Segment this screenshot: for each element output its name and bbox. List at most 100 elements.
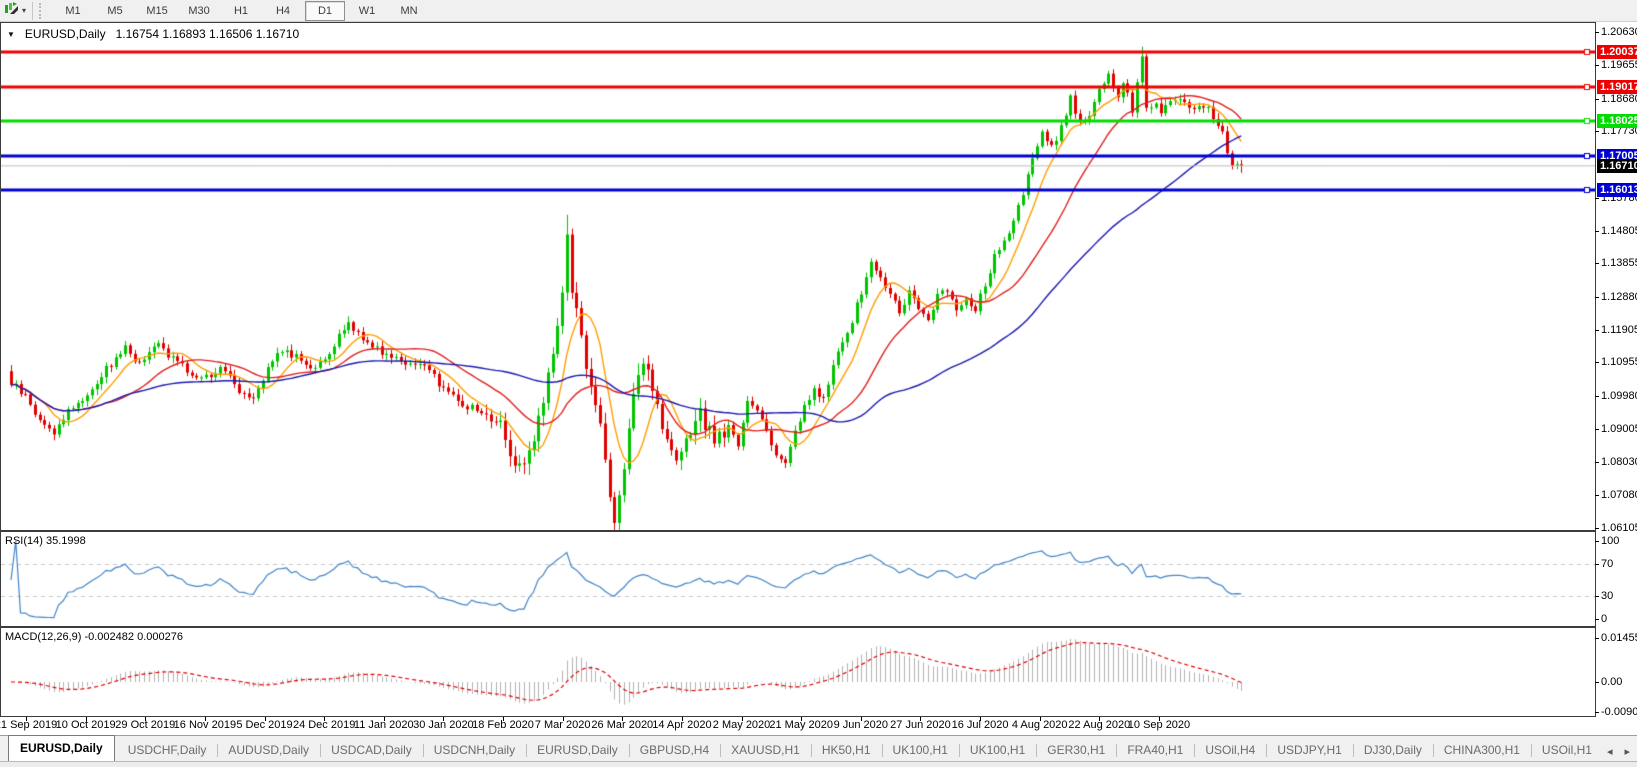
- date-label: 9 Jun 2020: [833, 719, 889, 731]
- chart-tab-usdcad-daily[interactable]: USDCAD,Daily: [320, 740, 423, 761]
- indicator-tool-button[interactable]: ▾: [0, 0, 30, 22]
- macd-tick-label: -0.00900: [1601, 706, 1637, 718]
- date-label: 2 May 2020: [712, 719, 771, 731]
- date-label: 10 Sep 2020: [1127, 719, 1191, 731]
- macd-pane: MACD(12,26,9) -0.002482 0.000276: [0, 627, 1596, 717]
- date-tick: [622, 717, 623, 721]
- macd-canvas[interactable]: [1, 628, 1595, 716]
- price-tick-label: 1.10955: [1601, 356, 1637, 369]
- date-label: 21 May 2020: [769, 719, 833, 731]
- rsi-canvas[interactable]: [1, 532, 1595, 626]
- chart-tab-xauusd-h1[interactable]: XAUUSD,H1: [720, 740, 811, 761]
- date-tick: [145, 717, 146, 721]
- date-tick: [1099, 717, 1100, 721]
- chart-toolbar: ▾ M1 M5 M15 M30 H1 H4 D1 W1 MN: [0, 0, 1637, 22]
- date-label: 27 Jun 2020: [890, 719, 951, 731]
- chart-tab-fra40-h1[interactable]: FRA40,H1: [1116, 740, 1194, 761]
- price-tick-label: 1.18680: [1601, 92, 1637, 105]
- date-label: 24 Dec 2019: [292, 719, 356, 731]
- date-tick: [980, 717, 981, 721]
- tab-scroll-right-icon[interactable]: ▸: [1621, 745, 1633, 758]
- date-tick: [861, 717, 862, 721]
- date-tick: [324, 717, 325, 721]
- price-tick-label: 1.12880: [1601, 290, 1637, 303]
- rsi-pane: RSI(14) 35.1998: [0, 531, 1596, 627]
- date-label: 10 Oct 2019: [55, 719, 116, 731]
- chart-tabs: EURUSD,Daily USDCHF,Daily AUDUSD,Daily USDC…: [0, 735, 1637, 762]
- date-tick: [86, 717, 87, 721]
- hline-price-label: 1.18025: [1597, 113, 1637, 128]
- chart-tab-gbpusd-h4[interactable]: GBPUSD,H4: [628, 740, 720, 761]
- date-tick: [503, 717, 504, 721]
- timeframe-button-m5[interactable]: M5: [95, 1, 135, 21]
- chart-tab-dj30-daily[interactable]: DJ30,Daily: [1352, 740, 1433, 761]
- date-tick: [384, 717, 385, 721]
- date-label: 18 Feb 2020: [472, 719, 534, 731]
- timeframe-buttons: M1 M5 M15 M30 H1 H4 D1 W1 MN: [52, 0, 430, 21]
- date-label: 16 Jul 2020: [951, 719, 1009, 731]
- date-tick: [26, 717, 27, 721]
- chevron-down-icon: ▾: [22, 6, 27, 15]
- timeframe-button-h1[interactable]: H1: [221, 1, 261, 21]
- chart-tab-usoil-h1[interactable]: USOil,H1: [1530, 740, 1603, 761]
- date-tick: [682, 717, 683, 721]
- chart-pointer-icon: [4, 1, 20, 21]
- chart-tab-usdcnh-daily[interactable]: USDCNH,Daily: [422, 740, 526, 761]
- rsi-tick-label: 30: [1601, 589, 1614, 602]
- chart-tab-china300-h1[interactable]: CHINA300,H1: [1432, 740, 1531, 761]
- date-tick: [1040, 717, 1041, 721]
- macd-tick-label: 0.014556: [1601, 632, 1637, 644]
- chart-tab-uk100-h1[interactable]: UK100,H1: [958, 740, 1036, 761]
- chart-ohlc-values: 1.16754 1.16893 1.16506 1.16710: [115, 27, 300, 41]
- timeframe-button-h4[interactable]: H4: [263, 1, 303, 21]
- timeframe-button-mn[interactable]: MN: [389, 1, 429, 21]
- mt4-window: ▾ M1 M5 M15 M30 H1 H4 D1 W1 MN ▼ EURUSD,Daily 1.…: [0, 0, 1637, 767]
- collapse-triangle-icon[interactable]: ▼: [7, 30, 15, 39]
- timeframe-button-m1[interactable]: M1: [53, 1, 93, 21]
- date-label: 16 Nov 2019: [173, 719, 237, 731]
- price-tick-label: 1.09005: [1601, 422, 1637, 435]
- chart-tab-uk100-h1[interactable]: UK100,H1: [881, 740, 959, 761]
- date-tick: [920, 717, 921, 721]
- hline-price-label: 1.16013: [1597, 182, 1637, 197]
- toolbar-grip[interactable]: [39, 2, 46, 19]
- price-chart-canvas[interactable]: [1, 23, 1595, 530]
- price-tick-label: 1.15780: [1601, 191, 1637, 204]
- timeframe-button-d1[interactable]: D1: [305, 0, 346, 21]
- chart-tab-usoil-h4[interactable]: USOil,H4: [1194, 740, 1266, 761]
- rsi-tick-label: 0: [1601, 613, 1608, 625]
- current-price-label: 1.16710: [1597, 158, 1637, 173]
- timeframe-button-m15[interactable]: M15: [137, 1, 177, 21]
- date-label: 22 Aug 2020: [1068, 719, 1131, 731]
- macd-label: MACD(12,26,9) -0.002482 0.000276: [5, 631, 183, 643]
- macd-tick-label: 0.00: [1601, 676, 1623, 688]
- chart-tab-hk50-h1[interactable]: HK50,H1: [810, 740, 882, 761]
- chart-tab-eurusd-daily[interactable]: EURUSD,Daily: [8, 735, 115, 761]
- rsi-label: RSI(14) 35.1998: [5, 535, 86, 547]
- date-label: 14 Apr 2020: [652, 719, 712, 731]
- tab-scroll-arrows: ◂ ▸: [1604, 745, 1633, 758]
- status-strip: [0, 762, 1637, 767]
- tab-scroll-left-icon[interactable]: ◂: [1604, 745, 1616, 758]
- price-tick-label: 1.06105: [1601, 522, 1637, 535]
- chart-title: ▼ EURUSD,Daily 1.16754 1.16893 1.16506 1…: [7, 27, 299, 41]
- chart-tab-usdjpy-h1[interactable]: USDJPY,H1: [1266, 740, 1352, 761]
- chart-tab-eurusd-daily[interactable]: EURUSD,Daily: [526, 740, 629, 761]
- chart-symbol-period: EURUSD,Daily: [24, 27, 106, 41]
- date-label: 5 Dec 2019: [236, 719, 293, 731]
- price-tick-label: 1.19655: [1601, 59, 1637, 72]
- chart-tab-usdchf-daily[interactable]: USDCHF,Daily: [117, 740, 218, 761]
- timeframe-button-m30[interactable]: M30: [179, 1, 219, 21]
- date-label: 21 Sep 2019: [0, 719, 58, 731]
- price-pane: ▼ EURUSD,Daily 1.16754 1.16893 1.16506 1…: [0, 22, 1596, 531]
- chart-tab-audusd-daily[interactable]: AUDUSD,Daily: [217, 740, 320, 761]
- date-label: 29 Oct 2019: [115, 719, 176, 731]
- date-tick: [1159, 717, 1160, 721]
- date-tick: [801, 717, 802, 721]
- hline-price-label: 1.20037: [1597, 45, 1637, 60]
- price-tick-label: 1.11905: [1601, 323, 1637, 336]
- timeframe-button-w1[interactable]: W1: [347, 1, 387, 21]
- chart-tab-ger30-h1[interactable]: GER30,H1: [1036, 740, 1116, 761]
- price-tick-label: 1.20630: [1601, 26, 1637, 38]
- date-label: 26 Mar 2020: [591, 719, 654, 731]
